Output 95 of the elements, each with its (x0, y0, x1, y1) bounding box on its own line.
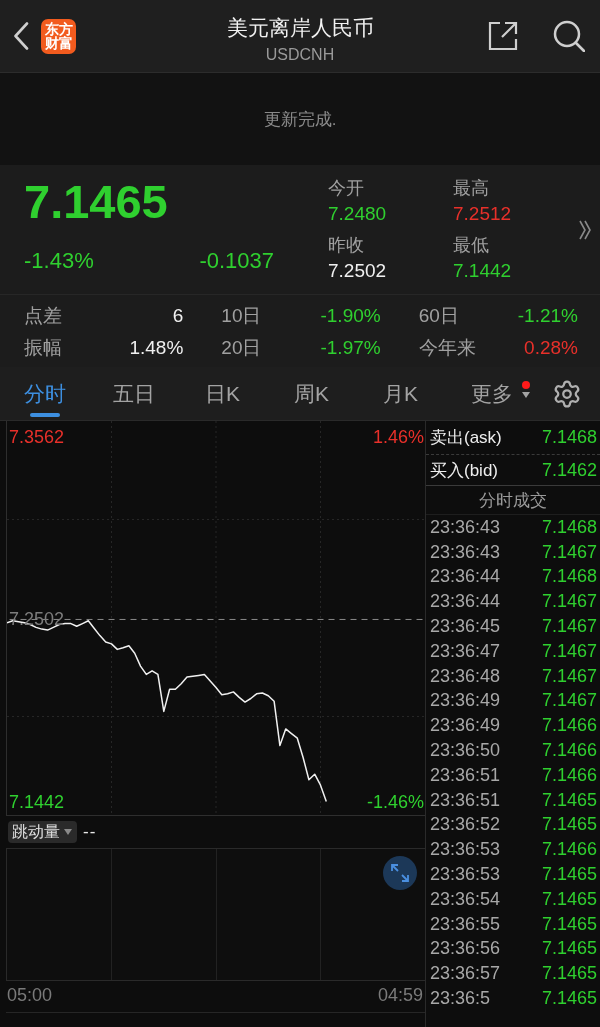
refresh-status: 更新完成. (263, 108, 337, 131)
share-icon[interactable] (488, 21, 518, 51)
quote-label: 最高 (453, 177, 489, 200)
chart-tab[interactable]: 日K (178, 367, 267, 420)
trade-time: 23:36:48 (430, 665, 501, 687)
chart-tab[interactable]: 分时 (0, 367, 89, 420)
trade-time: 23:36:51 (430, 764, 501, 786)
quote-label: 最低 (453, 234, 489, 257)
stat-label: 20日 (221, 336, 262, 360)
quote-label: 今开 (328, 177, 364, 200)
stat-label: 今年来 (418, 336, 476, 360)
expand-button[interactable] (383, 856, 417, 890)
expand-icon (391, 864, 409, 882)
trade-price: 7.1467 (541, 591, 597, 613)
trade-price: 7.1467 (541, 616, 597, 638)
trade-price: 7.1467 (541, 541, 597, 563)
search-icon[interactable] (553, 20, 585, 52)
trade-time: 23:36:52 (430, 814, 501, 836)
stat-value: -1.21% (517, 305, 578, 327)
stat-value: -1.97% (320, 337, 381, 359)
trade-time: 23:36:44 (430, 566, 501, 588)
trades-heading: 分时成交 (479, 489, 547, 512)
chart-tab[interactable]: 月K (356, 367, 445, 420)
trade-time: 23:36:51 (430, 789, 501, 811)
trade-price: 7.1465 (541, 963, 597, 985)
change-amount: -0.1037 (199, 247, 274, 275)
trade-price: 7.1465 (541, 888, 597, 910)
trade-price: 7.1465 (541, 913, 597, 935)
trade-time: 23:36:50 (430, 740, 501, 762)
caret-icon (64, 829, 72, 835)
trade-price: 7.1466 (541, 715, 597, 737)
trade-time: 23:36:47 (430, 640, 501, 662)
trade-price: 7.1465 (541, 864, 597, 886)
back-icon[interactable] (13, 22, 29, 50)
trade-time: 23:36:43 (430, 516, 501, 538)
quote-side-price: 7.1462 (541, 459, 597, 481)
trade-time: 23:36:54 (430, 888, 501, 910)
stat-label: 60日 (418, 304, 459, 328)
quote-side-label: 卖出(ask) (430, 427, 502, 449)
trade-time: 23:36:57 (430, 963, 501, 985)
trade-price: 7.1467 (541, 690, 597, 712)
app-logo: 东方财富 (41, 18, 76, 54)
price-axis-label: 7.1442 (9, 792, 65, 811)
trade-price: 7.1466 (541, 764, 597, 786)
trade-time: 23:36:45 (430, 616, 501, 638)
percent-axis-label: 1.46% (372, 428, 424, 446)
more-menu-tab[interactable]: 更多 (445, 367, 534, 420)
stat-label: 点差 (24, 304, 62, 328)
time-axis-label: 05:00 (7, 985, 53, 1006)
stat-value: -1.90% (320, 305, 381, 327)
trade-time: 23:36:53 (430, 839, 501, 861)
time-axis-label: 04:59 (377, 985, 423, 1006)
trade-price: 7.1465 (541, 988, 597, 1010)
trade-time: 23:36:44 (430, 591, 501, 613)
quote-side-label: 买入(bid) (430, 459, 498, 482)
trade-price: 7.1468 (541, 516, 597, 538)
quote-label: 昨收 (328, 234, 364, 257)
stat-label: 10日 (221, 304, 262, 328)
trade-price: 7.1467 (541, 665, 597, 687)
indicator-value: -- (83, 822, 97, 842)
trade-price: 7.1465 (541, 789, 597, 811)
stat-value: 6 (172, 305, 184, 327)
percent-axis-label: -1.46% (366, 792, 424, 811)
quote-value: 7.2512 (453, 202, 512, 226)
price-axis-label: 7.3562 (9, 428, 65, 446)
chart-tab[interactable]: 五日 (89, 367, 178, 420)
stat-value: 0.28% (524, 337, 578, 359)
settings-icon[interactable] (552, 378, 582, 409)
last-price: 7.1465 (24, 177, 169, 227)
trade-price: 7.1466 (541, 740, 597, 762)
trade-time: 23:36:43 (430, 541, 501, 563)
trade-time: 23:36:49 (430, 715, 501, 737)
trade-price: 7.1467 (541, 640, 597, 662)
trade-time: 23:36:5 (430, 988, 491, 1010)
change-percent: -1.43% (24, 247, 94, 275)
trade-time: 23:36:56 (430, 938, 501, 960)
page-title: 美元离岸人民币 (226, 15, 374, 41)
symbol-code: USDCNH (265, 45, 335, 65)
quote-side-price: 7.1468 (541, 427, 597, 448)
trade-time: 23:36:53 (430, 864, 501, 886)
trade-price: 7.1468 (541, 566, 597, 588)
stat-label: 振幅 (24, 336, 62, 360)
trade-time: 23:36:49 (430, 690, 501, 712)
trade-time: 23:36:55 (430, 913, 501, 935)
quote-value: 7.2480 (328, 202, 387, 226)
stat-value: 1.48% (129, 337, 184, 359)
chart-tab[interactable]: 周K (267, 367, 356, 420)
caret-icon (522, 392, 530, 398)
indicator-dropdown[interactable]: 跳动量 (8, 821, 77, 843)
quote-value: 7.2502 (328, 259, 387, 283)
quote-value: 7.1442 (453, 259, 512, 283)
trade-price: 7.1466 (541, 839, 597, 861)
double-chevron-icon[interactable] (579, 219, 591, 240)
trade-price: 7.1465 (541, 938, 597, 960)
trade-price: 7.1465 (541, 814, 597, 836)
